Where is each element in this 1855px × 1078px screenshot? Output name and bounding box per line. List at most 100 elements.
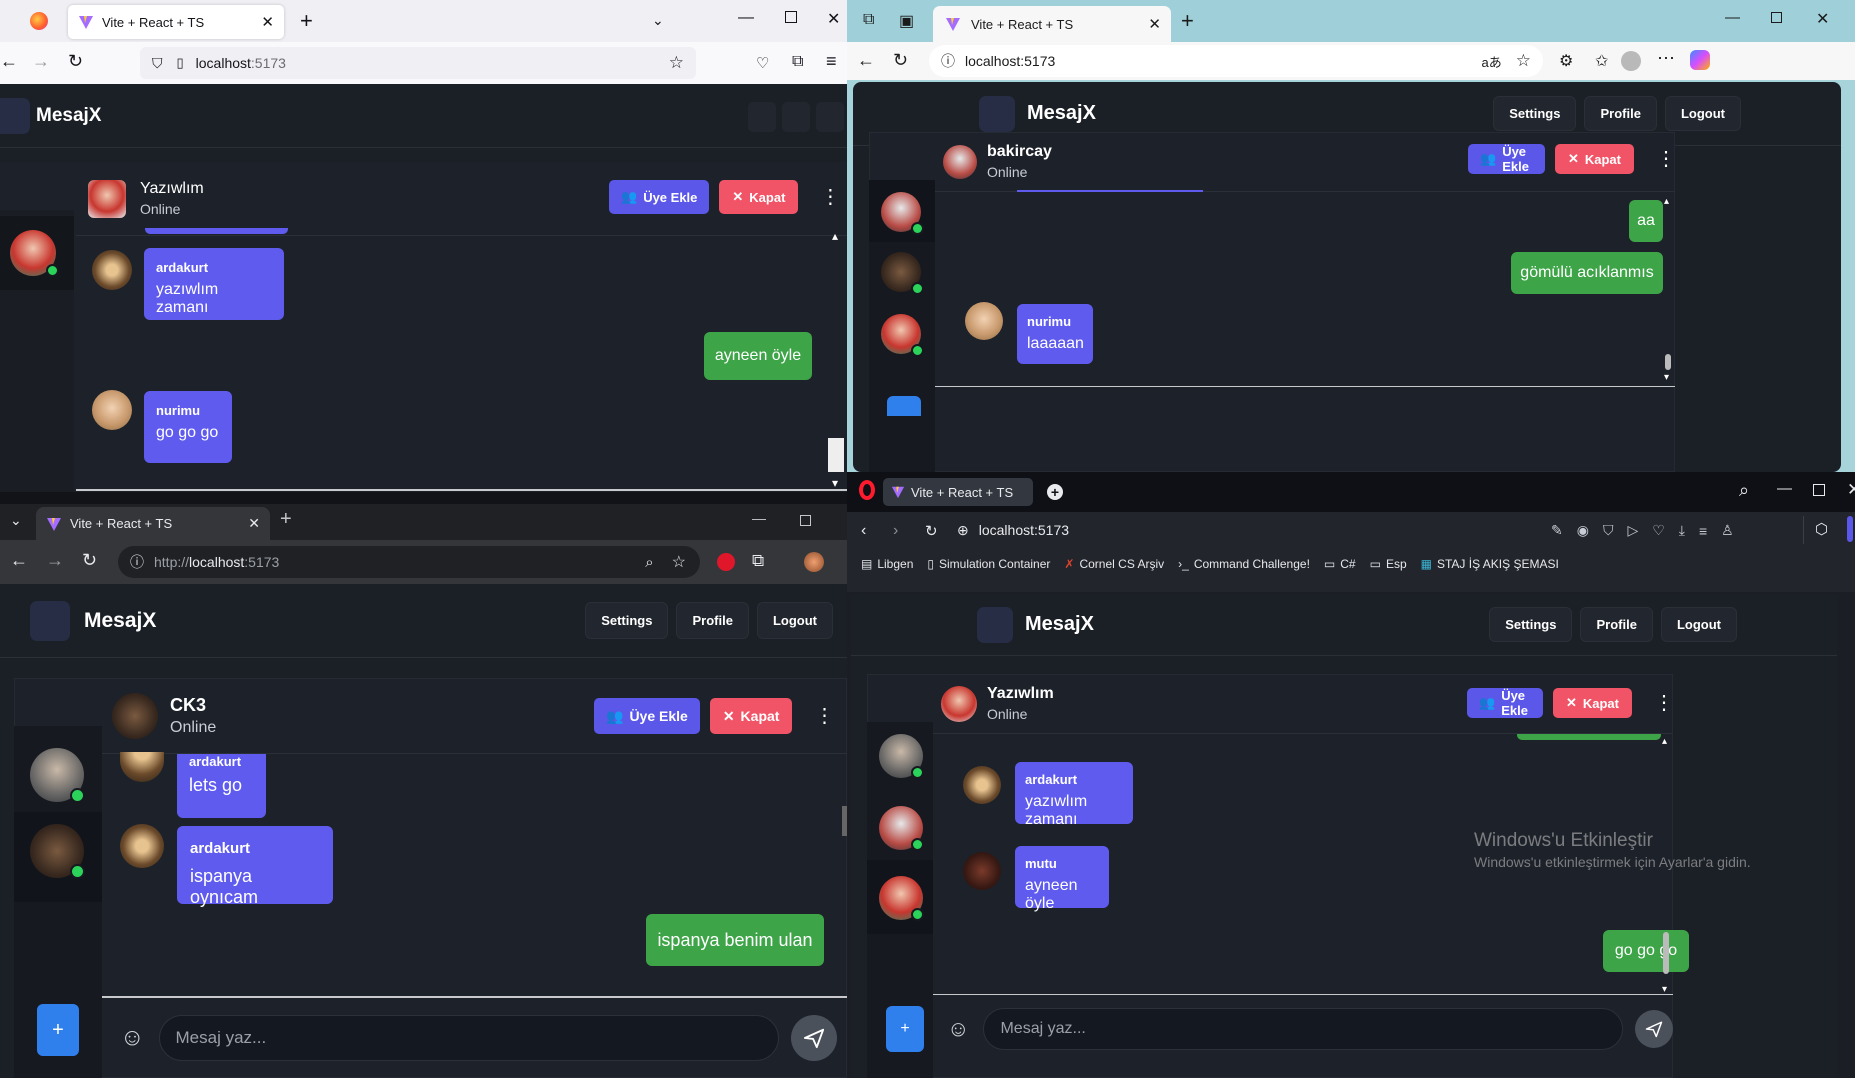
bookmark-item[interactable]: ▦ STAJ İŞ AKIŞ ŞEMASI: [1421, 557, 1559, 571]
chrome-tab[interactable]: Vite + React + TS ✕: [36, 507, 270, 540]
read-aloud-icon[interactable]: aあ: [1482, 52, 1502, 71]
reload-icon[interactable]: ↻: [925, 522, 938, 540]
heart-icon[interactable]: ♡: [1652, 522, 1665, 539]
nav-button[interactable]: [748, 102, 776, 132]
nav-button[interactable]: [782, 102, 810, 132]
maximize-icon[interactable]: [1813, 484, 1825, 496]
scrollbar-thumb[interactable]: [1665, 354, 1671, 370]
edge-url-bar[interactable]: ⓘ localhost:5173 aあ ☆: [929, 45, 1543, 77]
bookmark-item[interactable]: ✗ Cornel CS Arşiv: [1064, 557, 1164, 571]
tab-actions-icon[interactable]: ▣: [899, 11, 914, 31]
minimize-icon[interactable]: —: [1725, 9, 1740, 26]
copilot-icon[interactable]: [1690, 50, 1710, 70]
back-icon[interactable]: ←: [857, 50, 875, 71]
opera-logo-icon[interactable]: [859, 480, 875, 500]
reload-icon[interactable]: ↻: [68, 51, 83, 72]
bookmark-folder[interactable]: ▭ C#: [1324, 557, 1356, 571]
close-chat-button[interactable]: ✕ Kapat: [719, 180, 799, 214]
new-tab-icon[interactable]: +: [1047, 484, 1063, 500]
bookmark-item[interactable]: ▯ Simulation Container: [927, 557, 1050, 571]
scroll-down-icon[interactable]: ▾: [1664, 372, 1669, 383]
firefox-url-bar[interactable]: ⛉ ▯ localhost:5173 ☆: [140, 47, 696, 79]
scroll-up-icon[interactable]: ▴: [832, 229, 838, 243]
more-options-icon[interactable]: ⋮: [820, 187, 840, 207]
workspaces-icon[interactable]: ⧉: [863, 11, 874, 29]
more-options-icon[interactable]: ⋮: [814, 706, 834, 726]
new-tab-icon[interactable]: +: [280, 508, 292, 531]
pocket-icon[interactable]: ♡: [756, 54, 769, 72]
maximize-icon[interactable]: [1771, 12, 1782, 23]
add-button[interactable]: +: [37, 1004, 79, 1056]
close-tab-icon[interactable]: ✕: [261, 13, 274, 31]
bookmark-folder[interactable]: ▭ Esp: [1370, 557, 1407, 571]
opera-tab[interactable]: Vite + React + TS: [883, 478, 1033, 506]
scrollbar-thumb[interactable]: [828, 438, 844, 472]
add-button[interactable]: +: [886, 1006, 924, 1052]
extension-icon[interactable]: [717, 553, 735, 571]
close-window-icon[interactable]: ✕: [1816, 9, 1829, 29]
nav-button[interactable]: [816, 102, 844, 132]
scroll-down-icon[interactable]: ▾: [832, 476, 838, 490]
zoom-icon[interactable]: ⌕: [645, 554, 653, 571]
settings-button[interactable]: Settings: [1489, 607, 1573, 642]
close-chat-button[interactable]: ✕ Kapat: [709, 698, 793, 734]
forward-icon[interactable]: →: [46, 550, 64, 571]
back-icon[interactable]: ←: [0, 51, 18, 72]
close-tab-icon[interactable]: ✕: [248, 515, 260, 532]
more-options-icon[interactable]: ⋮: [1654, 693, 1674, 713]
close-window-icon[interactable]: ✕: [1847, 480, 1855, 500]
back-icon[interactable]: ‹: [861, 522, 866, 540]
logout-button[interactable]: Logout: [1660, 607, 1737, 642]
reload-icon[interactable]: ↻: [893, 50, 908, 71]
add-button[interactable]: [887, 396, 921, 416]
close-chat-button[interactable]: ✕ Kapat: [1554, 144, 1634, 174]
bookmark-star-icon[interactable]: ☆: [672, 552, 686, 572]
reload-icon[interactable]: ↻: [82, 550, 97, 571]
add-member-button[interactable]: 👥 Üye Ekle: [1468, 144, 1545, 174]
profile-button[interactable]: Profile: [1580, 607, 1653, 642]
edge-tab[interactable]: Vite + React + TS ✕: [933, 6, 1171, 42]
chrome-url-bar[interactable]: ⓘ http://localhost:5173 ⌕ ☆: [118, 546, 700, 578]
logout-button[interactable]: Logout: [756, 602, 833, 639]
emoji-icon[interactable]: ☺: [947, 1016, 969, 1042]
add-member-button[interactable]: 👥 Üye Ekle: [1467, 688, 1543, 718]
scroll-up-icon[interactable]: ▴: [1664, 196, 1669, 207]
minimize-icon[interactable]: —: [738, 9, 754, 27]
minimize-icon[interactable]: —: [1777, 480, 1792, 497]
tab-search-icon[interactable]: ⌄: [10, 512, 22, 529]
extensions-icon[interactable]: ⧉: [792, 53, 803, 71]
forward-icon[interactable]: ›: [893, 522, 898, 540]
profile-avatar[interactable]: [804, 552, 824, 572]
close-window-icon[interactable]: ✕: [827, 9, 840, 29]
maximize-icon[interactable]: [785, 11, 797, 23]
extensions-icon[interactable]: ⚙: [1559, 51, 1573, 71]
menu-icon[interactable]: ≡: [1699, 523, 1707, 539]
emoji-icon[interactable]: ☺: [120, 1024, 145, 1052]
menu-icon[interactable]: ≡: [826, 51, 837, 72]
bookmark-item[interactable]: ›_ Command Challenge!: [1178, 557, 1310, 571]
close-tab-icon[interactable]: ✕: [1148, 15, 1161, 33]
settings-button[interactable]: Settings: [1493, 96, 1577, 131]
message-input[interactable]: Mesaj yaz...: [158, 1015, 779, 1061]
favorite-star-icon[interactable]: ☆: [1516, 51, 1531, 71]
search-icon[interactable]: ⌕: [1739, 480, 1749, 501]
cube-icon[interactable]: ⬡: [1815, 520, 1828, 538]
new-tab-icon[interactable]: +: [1181, 8, 1194, 34]
account-icon[interactable]: ♙: [1721, 522, 1734, 539]
list-tabs-icon[interactable]: ⌄: [652, 12, 664, 29]
scrollbar-thumb[interactable]: [1663, 932, 1669, 974]
firefox-tab[interactable]: Vite + React + TS ✕: [68, 5, 284, 39]
logout-button[interactable]: Logout: [1664, 96, 1741, 131]
add-member-button[interactable]: 👥 Üye Ekle: [609, 180, 710, 214]
send-button[interactable]: [1635, 1010, 1673, 1048]
scroll-up-icon[interactable]: ▴: [1662, 736, 1667, 747]
forward-icon[interactable]: →: [32, 51, 50, 72]
favorites-icon[interactable]: ✩: [1595, 51, 1608, 71]
opera-url-bar[interactable]: ⊕ localhost:5173: [957, 516, 1637, 544]
send-button[interactable]: [790, 1015, 837, 1061]
message-input[interactable]: Mesaj yaz...: [983, 1008, 1624, 1050]
profile-button[interactable]: Profile: [676, 602, 749, 639]
more-options-icon[interactable]: ⋮: [1656, 149, 1676, 169]
profile-button[interactable]: Profile: [1584, 96, 1657, 131]
download-icon[interactable]: ⤓: [1679, 522, 1685, 539]
